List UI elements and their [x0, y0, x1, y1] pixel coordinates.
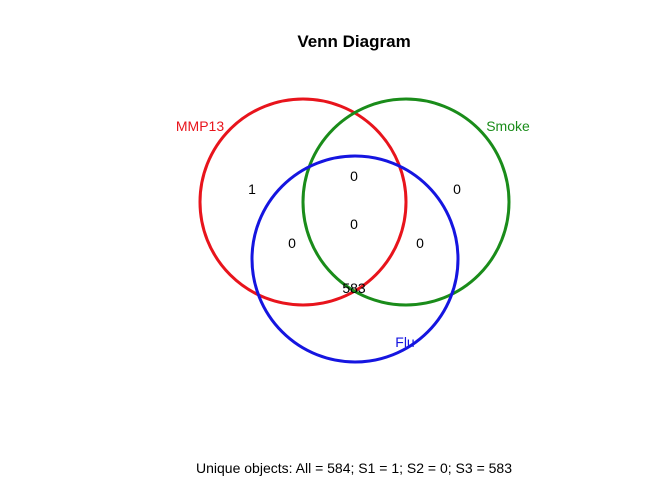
unique-objects-summary: Unique objects: All = 584; S1 = 1; S2 = …: [196, 460, 512, 476]
region-count-smoke-flu: 0: [416, 235, 424, 251]
region-count-only-smoke: 0: [453, 181, 461, 197]
set-label-flu: Flu: [395, 334, 414, 350]
set-label-mmp13: MMP13: [176, 118, 224, 134]
venn-diagram: Venn Diagram MMP13 Smoke Flu 1 0 0 0 0 0…: [176, 32, 530, 476]
region-count-only-flu: 583: [342, 280, 366, 296]
region-count-only-mmp13: 1: [248, 181, 256, 197]
region-count-mmp13-smoke: 0: [350, 168, 358, 184]
region-count-all-three: 0: [350, 216, 358, 232]
set-label-smoke: Smoke: [486, 118, 530, 134]
diagram-title: Venn Diagram: [297, 32, 410, 51]
set-circle-flu: [250, 154, 460, 364]
region-count-mmp13-flu: 0: [288, 235, 296, 251]
